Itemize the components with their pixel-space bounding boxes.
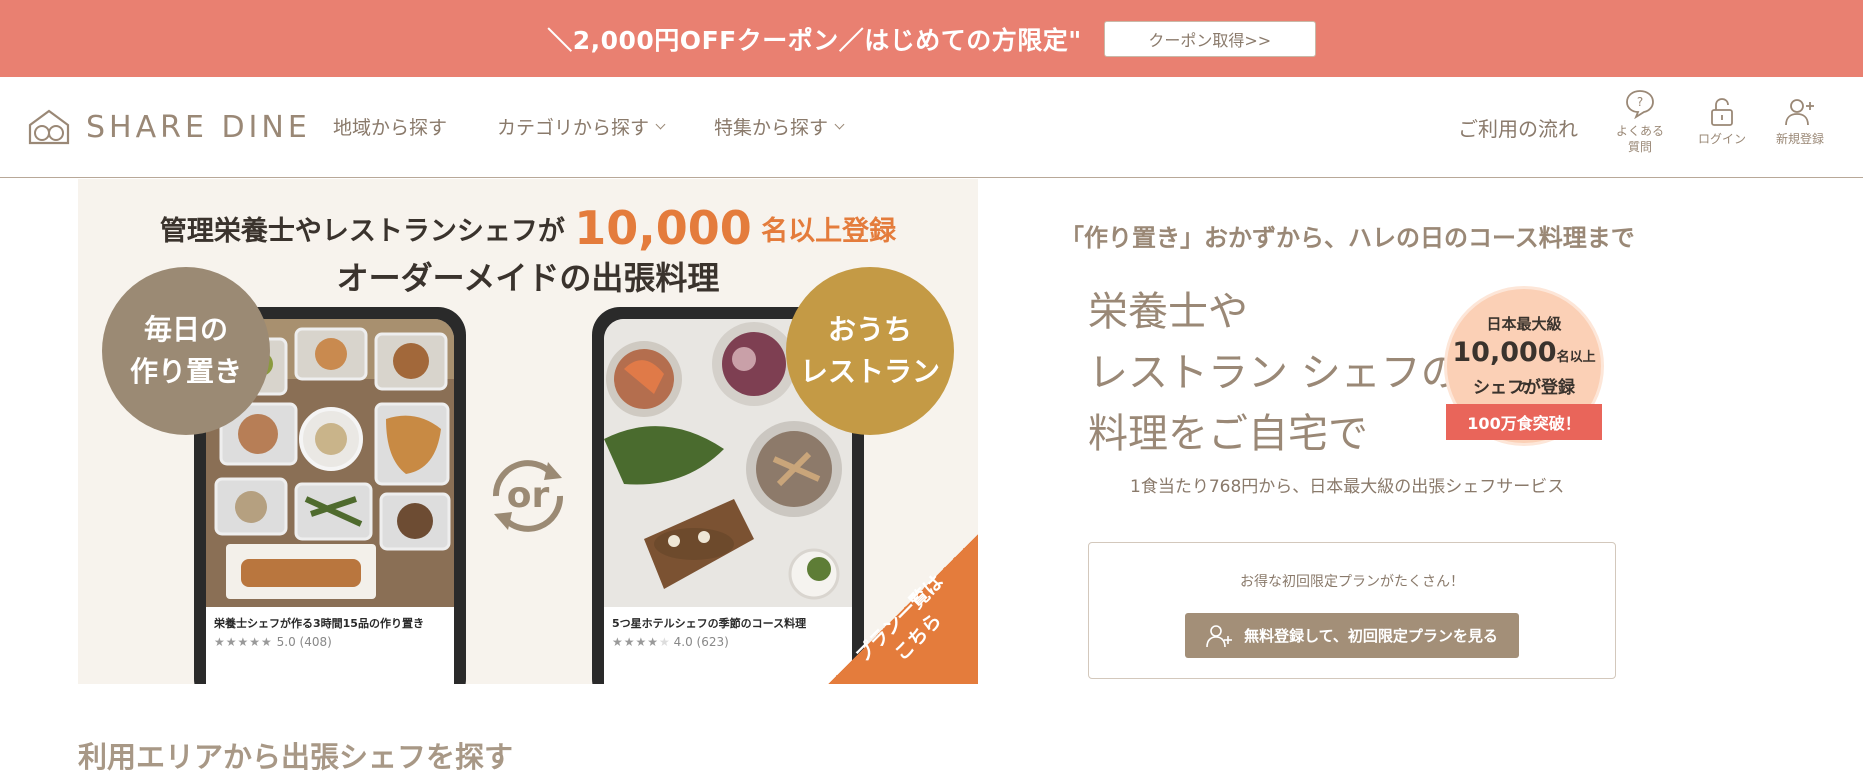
question-bubble-icon: ? — [1626, 90, 1654, 119]
main-copy-line-2: レストラン シェフの — [1088, 350, 1461, 396]
hero-headline-post: 名以上登録 — [761, 216, 897, 247]
register-label: 新規登録 — [1776, 132, 1825, 146]
free-register-label: 無料登録して、初回限定プランを見る — [1244, 627, 1498, 645]
right-rating-value: 4.0 (623) — [673, 635, 729, 649]
area-section-title: 利用エリアから出張シェフを探す — [78, 740, 514, 774]
right-rating: ★★★★★ 4.0 (623) — [612, 635, 729, 649]
chevron-down-icon — [655, 119, 666, 129]
logo-icon — [28, 109, 70, 145]
promo-text: ＼2,000円OFFクーポン／はじめての方限定" — [547, 25, 1082, 55]
add-user-icon — [1785, 99, 1814, 126]
left-rating: ★★★★★ 5.0 (408) — [214, 635, 332, 649]
chevron-down-icon — [834, 119, 845, 129]
faq-link[interactable]: ? よくある質問 — [1616, 89, 1664, 155]
free-register-button[interactable]: 無料登録して、初回限定プランを見る — [1185, 613, 1519, 658]
plan-list-corner-text: プラン一覧は こちら — [838, 557, 978, 684]
empty-star-icon: ★ — [659, 635, 670, 649]
left-rating-value: 5.0 (408) — [276, 635, 332, 649]
meal-prep-label-2: 作り置き — [129, 355, 242, 388]
first-plan-text: お得な初回限定プランがたくさん！ — [1240, 574, 1464, 590]
star-icon: ★★★★ — [612, 635, 660, 649]
badge-line-3: シェフが登録 — [1473, 378, 1575, 398]
add-user-icon — [1206, 624, 1233, 647]
star-icon: ★★★★★ — [214, 635, 273, 649]
nav-area-label: 地域から探す — [333, 117, 448, 139]
nav-area[interactable]: 地域から探す — [333, 113, 447, 140]
nav-category-label: カテゴリから探す — [497, 117, 650, 139]
plan-list-corner[interactable]: プラン一覧は こちら — [828, 534, 978, 684]
usage-flow-link[interactable]: ご利用の流れ — [1458, 113, 1578, 142]
svg-text:?: ? — [1637, 95, 1643, 109]
main-copy: 栄養士や レストラン シェフの 料理をご自宅で — [1088, 282, 1461, 465]
login-link[interactable]: ログイン — [1698, 97, 1746, 147]
hero-banner[interactable]: 管理栄養士やレストランシェフが 10,000 名以上登録 オーダーメイドの出張料… — [78, 179, 978, 684]
home-restaurant-circle: おうち レストラン — [786, 267, 954, 435]
tagline: 「作り置き」おかずから、ハレの日のコース料理まで — [1060, 224, 1635, 252]
nav-category[interactable]: カテゴリから探す — [497, 113, 666, 140]
meal-prep-circle: 毎日の 作り置き — [102, 267, 270, 435]
hero-headline-pre: 管理栄養士やレストランシェフが — [159, 216, 565, 247]
logo[interactable]: SHARE DINE — [26, 107, 311, 147]
lock-icon — [1711, 98, 1733, 126]
faq-label-2: 質問 — [1628, 140, 1653, 154]
main-copy-line-1: 栄養士や — [1088, 289, 1248, 335]
or-label: or — [506, 475, 550, 516]
main-copy-line-3: 料理をご自宅で — [1088, 411, 1368, 457]
first-plan-card: お得な初回限定プランがたくさん！ 無料登録して、初回限定プランを見る — [1088, 542, 1616, 679]
nav-feature[interactable]: 特集から探す — [714, 113, 845, 140]
service-subcopy: 1食当たり768円から、日本最大級の出張シェフサービス — [1130, 477, 1565, 497]
left-plan-caption: 栄養士シェフが作る3時間15品の作り置き — [214, 617, 424, 630]
faq-label-1: よくある — [1616, 124, 1665, 138]
hero-headline: 管理栄養士やレストランシェフが 10,000 名以上登録 — [78, 201, 978, 255]
home-restaurant-label-1: おうち — [827, 313, 912, 346]
right-plan-caption: 5つ星ホテルシェフの季節のコース料理 — [612, 617, 807, 630]
promo-banner: ＼2,000円OFFクーポン／はじめての方限定" クーポン取得>> — [0, 0, 1863, 77]
meals-ribbon: 100万食突破！ — [1446, 404, 1602, 440]
meal-prep-label-1: 毎日の — [143, 313, 228, 346]
badge-number-value: 10,000 — [1452, 337, 1557, 368]
logo-text: SHARE DINE — [86, 109, 311, 145]
main-nav: 地域から探す カテゴリから探す 特集から探す — [333, 113, 845, 140]
register-link[interactable]: 新規登録 — [1776, 97, 1824, 147]
home-restaurant-label-2: レストラン — [799, 355, 940, 388]
coupon-button[interactable]: クーポン取得>> — [1103, 20, 1316, 57]
badge-line-1: 日本最大級 — [1486, 315, 1562, 333]
nav-feature-label: 特集から探す — [714, 117, 829, 139]
site-header: SHARE DINE 地域から探す カテゴリから探す 特集から探す ご利用の流れ… — [0, 77, 1863, 178]
login-label: ログイン — [1698, 132, 1747, 146]
hero-headline-number: 10,000 — [574, 201, 752, 255]
